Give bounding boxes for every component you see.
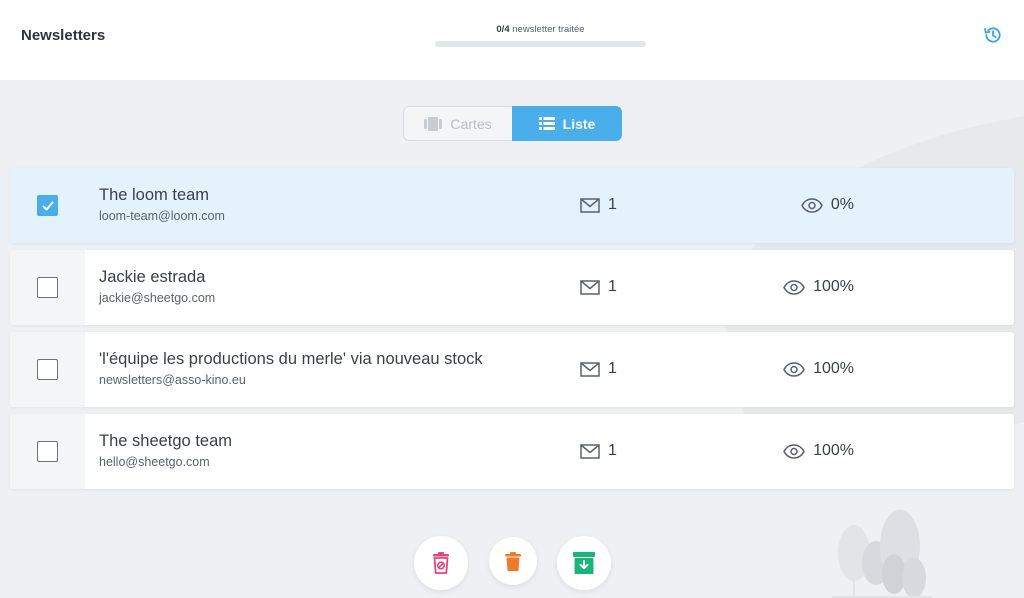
trash-icon: [505, 551, 521, 571]
envelope-icon: [580, 279, 600, 295]
sender-email: newsletters@asso-kino.eu: [99, 373, 246, 387]
sender-email: hello@sheetgo.com: [99, 455, 210, 469]
page-title: Newsletters: [21, 27, 106, 44]
open-rate: 100%: [783, 278, 854, 296]
sender-name: The loom team: [99, 186, 210, 204]
sender-email: loom-team@loom.com: [99, 209, 225, 223]
progress-label: 0/4 newsletter traitée: [435, 24, 646, 35]
sender-info[interactable]: The sheetgo team hello@sheetgo.com: [99, 432, 232, 469]
history-button[interactable]: [982, 24, 1004, 46]
open-rate-value: 0%: [830, 196, 854, 213]
email-count: 1: [580, 196, 617, 214]
progress-indicator: 0/4 newsletter traitée: [435, 24, 646, 47]
row-checkbox[interactable]: [37, 359, 58, 380]
view-toggle: Cartes Liste: [403, 106, 622, 141]
email-count: 1: [580, 442, 617, 460]
newsletter-row[interactable]: The sheetgo team hello@sheetgo.com 1 100…: [10, 414, 1014, 489]
sender-name: Jackie estrada: [99, 268, 206, 286]
envelope-icon: [580, 443, 600, 459]
newsletter-row[interactable]: 'l'équipe les productions du merle' via …: [10, 332, 1014, 407]
sender-info[interactable]: Jackie estrada jackie@sheetgo.com: [99, 268, 215, 305]
eye-icon: [783, 361, 805, 377]
archive-icon: [573, 552, 595, 574]
row-checkbox-cell[interactable]: [10, 332, 85, 407]
row-checkbox[interactable]: [37, 441, 58, 462]
email-count-value: 1: [608, 278, 617, 295]
delete-button[interactable]: [489, 537, 537, 585]
progress-count: 0/4: [496, 24, 510, 35]
sender-name: The sheetgo team: [99, 432, 232, 450]
email-count-value: 1: [608, 196, 617, 213]
bulk-actions: [0, 536, 1024, 598]
progress-text: newsletter traitée: [512, 24, 585, 35]
unsubscribe-icon: [433, 552, 449, 574]
email-count-value: 1: [608, 360, 617, 377]
tab-cards-label: Cartes: [450, 115, 492, 132]
row-checkbox-cell[interactable]: [10, 168, 85, 243]
unsubscribe-button[interactable]: [414, 536, 468, 590]
sender-name: 'l'équipe les productions du merle' via …: [99, 350, 483, 368]
row-checkbox-cell[interactable]: [10, 414, 85, 489]
sender-info[interactable]: The loom team loom-team@loom.com: [99, 186, 225, 223]
eye-icon: [801, 197, 823, 213]
cards-icon: [424, 116, 443, 131]
checkmark-icon: [42, 201, 53, 210]
open-rate: 100%: [783, 360, 854, 378]
eye-icon: [783, 279, 805, 295]
row-checkbox[interactable]: [37, 195, 58, 216]
eye-icon: [783, 443, 805, 459]
envelope-icon: [580, 197, 600, 213]
history-icon: [984, 27, 1001, 43]
newsletter-row[interactable]: The loom team loom-team@loom.com 1 0%: [10, 168, 1014, 243]
tab-cards[interactable]: Cartes: [403, 106, 512, 141]
email-count: 1: [580, 360, 617, 378]
top-bar: Newsletters 0/4 newsletter traitée: [0, 0, 1024, 80]
open-rate-value: 100%: [813, 442, 854, 459]
sender-info[interactable]: 'l'équipe les productions du merle' via …: [99, 350, 483, 387]
open-rate-value: 100%: [813, 360, 854, 377]
newsletter-row[interactable]: Jackie estrada jackie@sheetgo.com 1 100%: [10, 250, 1014, 325]
tab-list[interactable]: Liste: [512, 106, 622, 141]
row-checkbox[interactable]: [37, 277, 58, 298]
list-icon: [538, 117, 555, 130]
main-area: Cartes Liste The loom team loom-team@loo…: [0, 80, 1024, 598]
envelope-icon: [580, 361, 600, 377]
open-rate: 100%: [783, 442, 854, 460]
email-count-value: 1: [608, 442, 617, 459]
sender-email: jackie@sheetgo.com: [99, 291, 216, 305]
row-checkbox-cell[interactable]: [10, 250, 85, 325]
progress-bar: [435, 41, 646, 47]
tab-list-label: Liste: [562, 115, 596, 132]
open-rate-value: 100%: [813, 278, 854, 295]
archive-button[interactable]: [557, 536, 611, 590]
email-count: 1: [580, 278, 617, 296]
open-rate: 0%: [801, 196, 854, 214]
